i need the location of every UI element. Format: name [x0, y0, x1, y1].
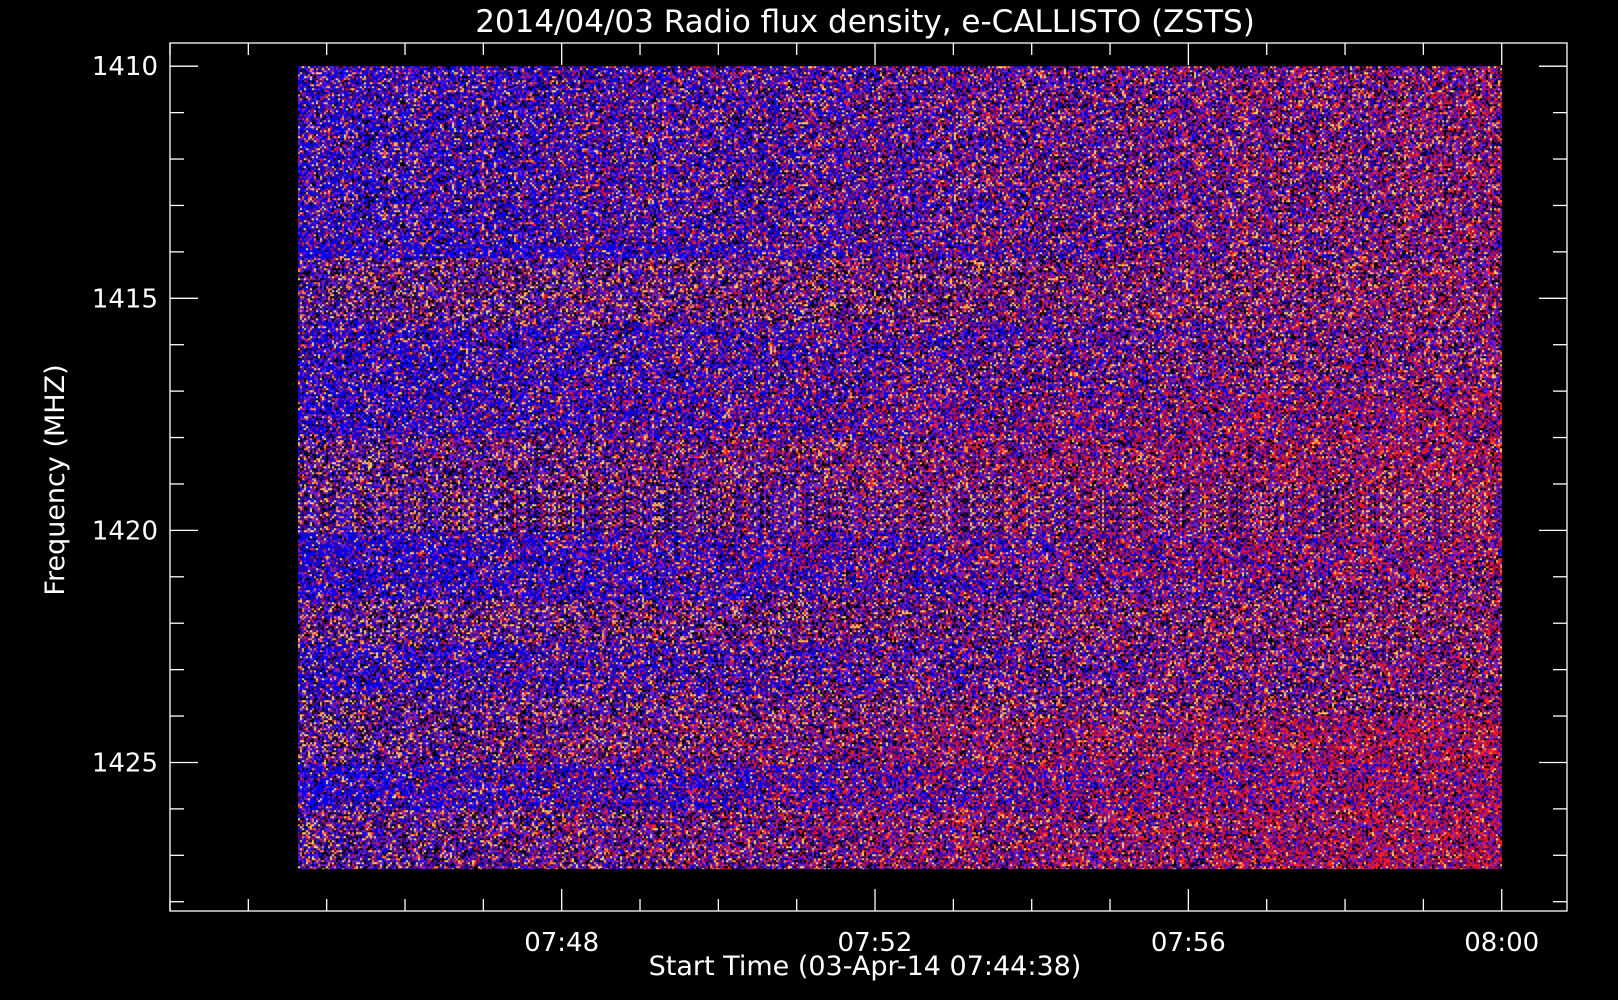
chart-title: 2014/04/03 Radio flux density, e-CALLIST…	[475, 4, 1255, 40]
x-tick-label: 07:48	[524, 928, 599, 958]
x-axis-label: Start Time (03-Apr-14 07:44:38)	[649, 951, 1082, 982]
heatmap	[297, 66, 1502, 870]
y-axis-label: Frequency (MHZ)	[40, 364, 71, 595]
heatmap-image	[297, 66, 1502, 870]
x-tick-label: 08:00	[1464, 928, 1539, 958]
y-tick-label: 1415	[92, 284, 158, 314]
y-tick-label: 1425	[92, 748, 158, 778]
x-tick-label: 07:56	[1151, 928, 1226, 958]
y-tick-label: 1410	[92, 52, 158, 82]
y-tick-label: 1420	[92, 516, 158, 546]
spectrogram-chart: 2014/04/03 Radio flux density, e-CALLIST…	[40, 4, 1568, 982]
